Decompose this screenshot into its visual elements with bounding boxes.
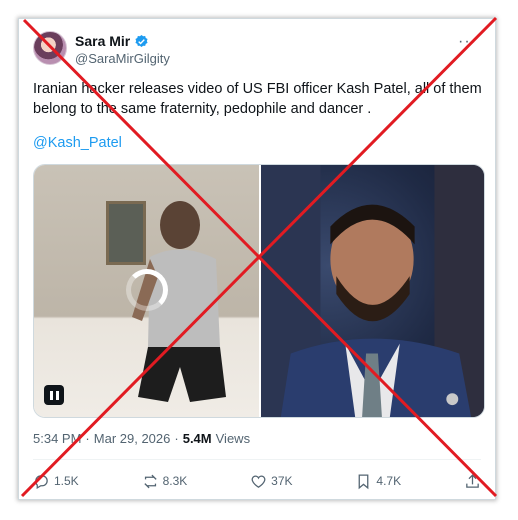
avatar[interactable] <box>33 31 67 65</box>
author-handle[interactable]: @SaraMirGilgity <box>75 51 170 66</box>
tweet-meta: 5:34 PM · Mar 29, 2026 · 5.4M Views <box>33 431 250 446</box>
tweet-time[interactable]: 5:34 PM <box>33 431 81 446</box>
video-thumbnail[interactable] <box>34 165 259 417</box>
action-bar: 1.5K 8.3K 37K 4.7K <box>33 469 481 493</box>
like-button[interactable]: 37K <box>250 473 293 490</box>
media-grid <box>33 164 485 418</box>
photo-thumbnail[interactable] <box>261 165 484 417</box>
repost-button[interactable]: 8.3K <box>142 473 188 490</box>
loading-spinner-icon <box>126 269 168 311</box>
tweet-header: Sara Mir @SaraMirGilgity ··· <box>33 31 481 71</box>
bookmark-icon <box>359 473 369 489</box>
repost-icon <box>143 474 157 488</box>
meta-separator: · <box>174 431 179 446</box>
suited-man-figure <box>261 165 484 417</box>
meta-separator: · <box>85 431 90 446</box>
verified-badge-icon <box>135 34 148 47</box>
author-display-name[interactable]: Sara Mir <box>75 33 130 49</box>
tweet-text: Iranian hacker releases video of US FBI … <box>33 81 482 117</box>
bookmark-button[interactable]: 4.7K <box>355 473 401 490</box>
reply-icon <box>35 474 48 489</box>
like-count: 37K <box>271 474 293 488</box>
heart-icon <box>251 475 266 488</box>
views-count: 5.4M <box>182 431 212 446</box>
bookmark-count: 4.7K <box>376 474 402 488</box>
views-label: Views <box>215 431 251 446</box>
share-button[interactable] <box>464 473 481 490</box>
more-icon[interactable]: ··· <box>458 33 477 51</box>
mention-link[interactable]: @Kash_Patel <box>33 135 122 151</box>
reply-count: 1.5K <box>54 474 79 488</box>
tweet-card: Sara Mir @SaraMirGilgity ··· Iranian hac… <box>18 18 496 500</box>
pause-icon[interactable] <box>44 385 64 405</box>
repost-count: 8.3K <box>162 474 188 488</box>
author-name-row: Sara Mir <box>75 33 149 49</box>
reply-button[interactable]: 1.5K <box>33 473 79 490</box>
tweet-date[interactable]: Mar 29, 2026 <box>94 431 171 446</box>
divider <box>33 459 481 460</box>
share-icon <box>466 473 479 488</box>
